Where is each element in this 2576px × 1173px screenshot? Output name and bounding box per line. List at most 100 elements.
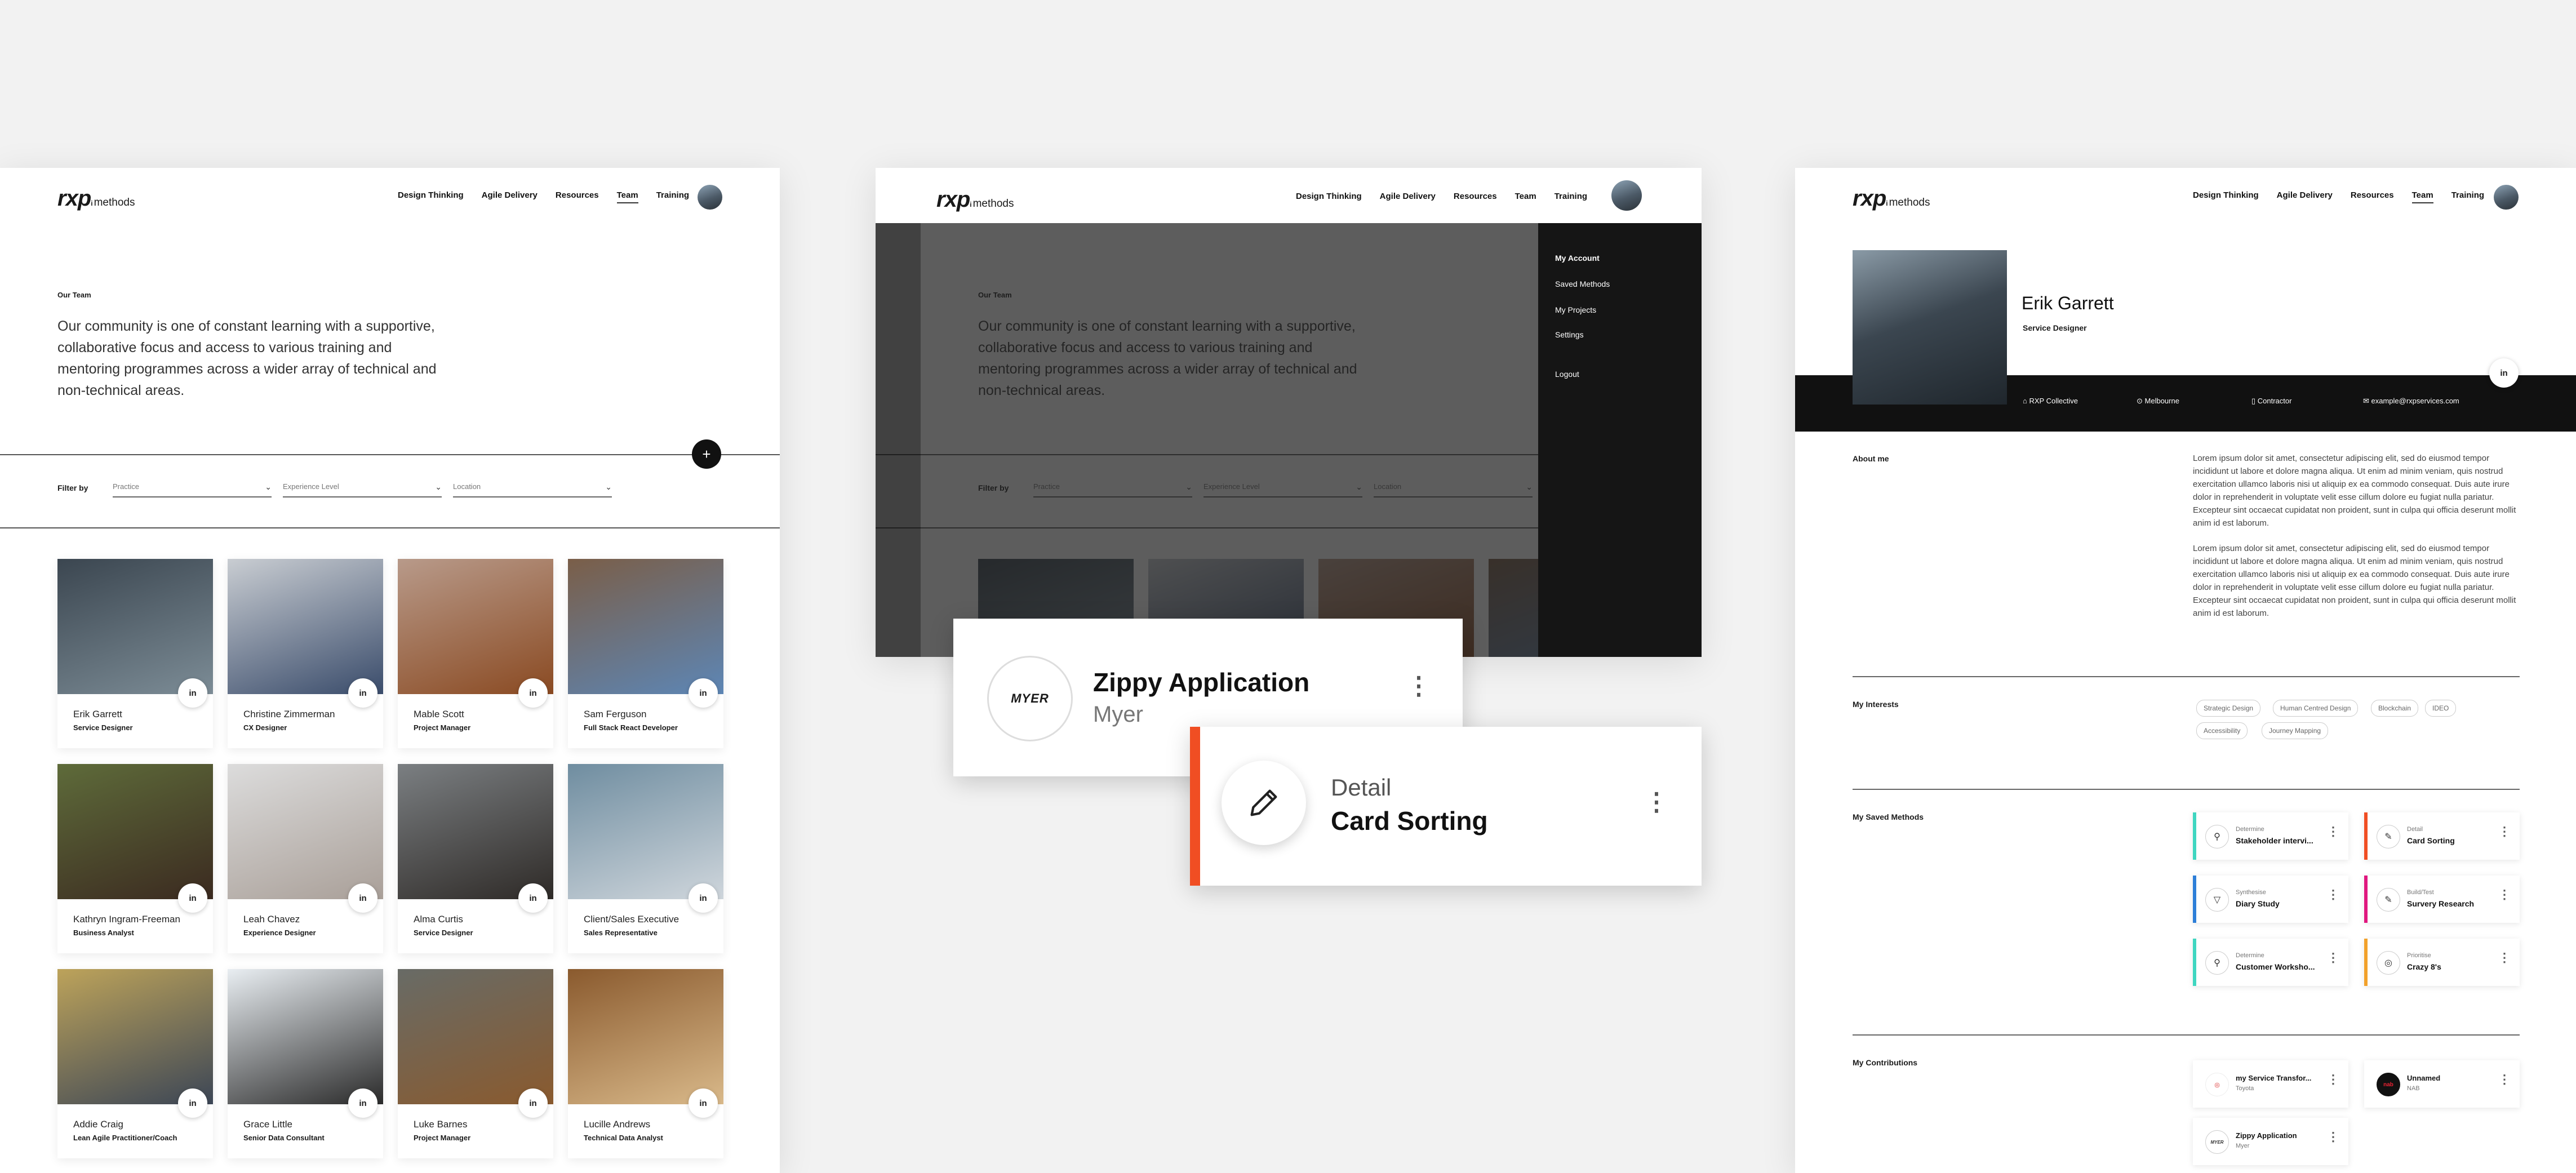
more-options-icon[interactable]: ⋮ bbox=[2498, 888, 2511, 901]
nav-resources[interactable]: Resources bbox=[556, 190, 599, 203]
team-member-card[interactable]: in Kathryn Ingram-Freeman Business Analyst bbox=[57, 764, 213, 953]
method-icon bbox=[1222, 761, 1306, 845]
more-options-icon[interactable]: ⋮ bbox=[2327, 1131, 2339, 1143]
divider bbox=[1853, 676, 2520, 677]
member-role: Sales Representative bbox=[584, 928, 658, 937]
method-category: Detail bbox=[1331, 774, 1392, 801]
contribution-card[interactable]: nab Unnamed NAB ⋮ bbox=[2364, 1060, 2520, 1108]
about-title: About me bbox=[1853, 454, 1889, 463]
team-member-card[interactable]: in Grace Little Senior Data Consultant bbox=[228, 969, 383, 1158]
linkedin-button[interactable]: in bbox=[178, 678, 207, 708]
team-member-card[interactable]: in Erik Garrett Service Designer bbox=[57, 559, 213, 748]
team-member-card[interactable]: in Christine Zimmerman CX Designer bbox=[228, 559, 383, 748]
more-options-icon[interactable]: ⋮ bbox=[2327, 825, 2339, 838]
nav-resources[interactable]: Resources bbox=[1454, 192, 1497, 203]
logo[interactable]: rxp i methods bbox=[57, 186, 135, 211]
linkedin-button[interactable]: in bbox=[518, 883, 548, 913]
linkedin-button[interactable]: in bbox=[2489, 358, 2519, 388]
saved-method-card[interactable]: ✎ Detail Card Sorting ⋮ bbox=[2364, 812, 2520, 860]
info-email[interactable]: ✉ example@rxpservices.com bbox=[2363, 397, 2459, 406]
linkedin-button[interactable]: in bbox=[689, 678, 718, 708]
myer-logo: MYER bbox=[2205, 1130, 2229, 1154]
linkedin-button[interactable]: in bbox=[518, 678, 548, 708]
experience-select[interactable]: Experience Level⌄ bbox=[283, 482, 442, 497]
nav-design-thinking[interactable]: Design Thinking bbox=[2193, 190, 2259, 203]
method-card-zoom[interactable]: Detail Card Sorting ⋮ bbox=[1190, 727, 1702, 886]
nav-training[interactable]: Training bbox=[2451, 190, 2484, 203]
user-avatar[interactable] bbox=[1611, 180, 1642, 211]
team-member-card[interactable]: in Sam Ferguson Full Stack React Developer bbox=[568, 559, 723, 748]
linkedin-button[interactable]: in bbox=[348, 678, 377, 708]
team-member-card[interactable]: in Alma Curtis Service Designer bbox=[398, 764, 553, 953]
more-options-icon[interactable]: ⋮ bbox=[2327, 952, 2339, 964]
saved-method-card[interactable]: ⚲ Determine Customer Worksho... ⋮ bbox=[2193, 939, 2348, 986]
profile-photo bbox=[1853, 250, 2007, 405]
interest-tag[interactable]: Strategic Design bbox=[2196, 700, 2261, 717]
method-icon: ⚲ bbox=[2205, 951, 2229, 975]
more-options-icon[interactable]: ⋮ bbox=[2498, 825, 2511, 838]
nav-team[interactable]: Team bbox=[616, 190, 638, 203]
building-icon: ⌂ bbox=[2023, 397, 2029, 405]
linkedin-button[interactable]: in bbox=[348, 1088, 377, 1118]
nav-resources[interactable]: Resources bbox=[2351, 190, 2394, 203]
practice-select[interactable]: Practice⌄ bbox=[113, 482, 272, 497]
user-avatar[interactable] bbox=[698, 185, 722, 210]
team-member-card[interactable]: in Addie Craig Lean Agile Practitioner/Coa… bbox=[57, 969, 213, 1158]
linkedin-button[interactable]: in bbox=[178, 883, 207, 913]
saved-method-card[interactable]: ◎ Prioritise Crazy 8's ⋮ bbox=[2364, 939, 2520, 986]
nav-team[interactable]: Team bbox=[1515, 192, 1536, 203]
method-category: Detail bbox=[2407, 826, 2423, 833]
team-member-card[interactable]: in Client/Sales Executive Sales Representa… bbox=[568, 764, 723, 953]
saved-method-card[interactable]: ⚲ Determine Stakeholder intervi... ⋮ bbox=[2193, 812, 2348, 860]
user-avatar[interactable] bbox=[2494, 185, 2519, 210]
more-options-icon[interactable]: ⋮ bbox=[2327, 1073, 2339, 1086]
contribution-card[interactable]: ◎ my Service Transfor... Toyota ⋮ bbox=[2193, 1060, 2348, 1108]
member-role: Service Designer bbox=[414, 928, 473, 937]
team-member-card[interactable]: in Mable Scott Project Manager bbox=[398, 559, 553, 748]
interest-tag[interactable]: Journey Mapping bbox=[2262, 722, 2329, 739]
logo[interactable]: rxp i methods bbox=[936, 187, 1014, 212]
contribution-card[interactable]: MYER Zippy Application Myer ⋮ bbox=[2193, 1118, 2348, 1165]
menu-my-projects[interactable]: My Projects bbox=[1555, 305, 1596, 314]
menu-settings[interactable]: Settings bbox=[1555, 330, 1584, 339]
location-select[interactable]: Location⌄ bbox=[453, 482, 612, 497]
nav-design-thinking[interactable]: Design Thinking bbox=[398, 190, 464, 203]
method-category: Prioritise bbox=[2407, 952, 2431, 959]
linkedin-button[interactable]: in bbox=[518, 1088, 548, 1118]
nav-design-thinking[interactable]: Design Thinking bbox=[1296, 192, 1362, 203]
method-title: Card Sorting bbox=[1331, 806, 1488, 836]
logo[interactable]: rxp i methods bbox=[1853, 186, 1930, 211]
more-options-icon[interactable]: ⋮ bbox=[2498, 1073, 2511, 1086]
interest-tag[interactable]: Accessibility bbox=[2196, 722, 2248, 739]
menu-saved-methods[interactable]: Saved Methods bbox=[1555, 279, 1610, 288]
menu-logout[interactable]: Logout bbox=[1555, 370, 1579, 379]
overlay-edge bbox=[876, 223, 921, 657]
interest-tag[interactable]: IDEO bbox=[2425, 700, 2457, 717]
nav-team[interactable]: Team bbox=[2411, 190, 2433, 203]
linkedin-button[interactable]: in bbox=[689, 1088, 718, 1118]
saved-method-card[interactable]: ✎ Build/Test Survery Research ⋮ bbox=[2364, 876, 2520, 923]
linkedin-button[interactable]: in bbox=[689, 883, 718, 913]
more-options-icon[interactable]: ⋮ bbox=[2327, 888, 2339, 901]
nav-training[interactable]: Training bbox=[1555, 192, 1587, 203]
member-name: Luke Barnes bbox=[414, 1119, 468, 1130]
nav-agile-delivery[interactable]: Agile Delivery bbox=[2277, 190, 2333, 203]
interest-tag[interactable]: Human Centred Design bbox=[2273, 700, 2359, 717]
menu-my-account[interactable]: My Account bbox=[1555, 254, 1600, 263]
member-photo bbox=[57, 969, 213, 1104]
add-member-button[interactable]: + bbox=[692, 439, 721, 469]
more-options-icon[interactable]: ⋮ bbox=[2498, 952, 2511, 964]
nav-agile-delivery[interactable]: Agile Delivery bbox=[482, 190, 538, 203]
nav-agile-delivery[interactable]: Agile Delivery bbox=[1380, 192, 1436, 203]
more-options-icon[interactable]: ⋮ bbox=[1406, 674, 1431, 699]
team-member-card[interactable]: in Luke Barnes Project Manager bbox=[398, 969, 553, 1158]
team-member-card[interactable]: in Leah Chavez Experience Designer bbox=[228, 764, 383, 953]
profile-role: Service Designer bbox=[2023, 323, 2087, 332]
interest-tag[interactable]: Blockchain bbox=[2371, 700, 2419, 717]
linkedin-button[interactable]: in bbox=[348, 883, 377, 913]
team-member-card[interactable]: in Lucille Andrews Technical Data Analyst bbox=[568, 969, 723, 1158]
linkedin-button[interactable]: in bbox=[178, 1088, 207, 1118]
nav-training[interactable]: Training bbox=[656, 190, 689, 203]
saved-method-card[interactable]: ▽ Synthesise Diary Study ⋮ bbox=[2193, 876, 2348, 923]
more-options-icon[interactable]: ⋮ bbox=[1644, 790, 1669, 815]
